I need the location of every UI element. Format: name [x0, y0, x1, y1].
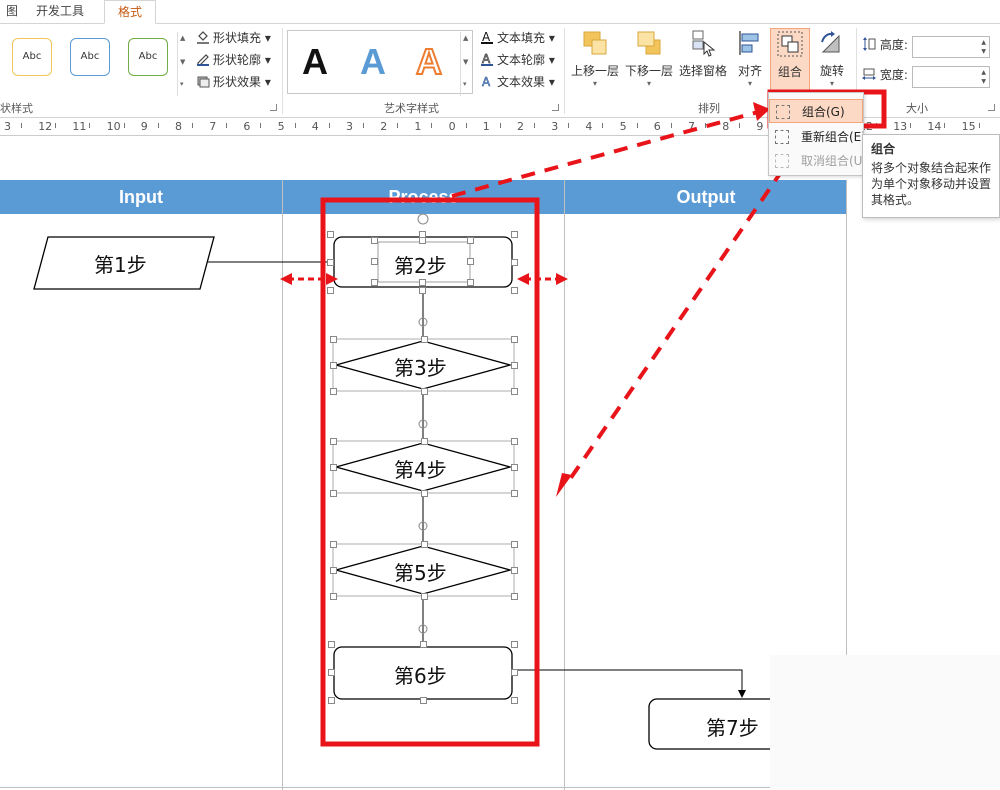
- resize-handle[interactable]: [511, 567, 518, 574]
- resize-handle[interactable]: [327, 259, 334, 266]
- resize-handle[interactable]: [330, 362, 337, 369]
- group-dropdown-menu: 组合(G) 重新组合(E) 取消组合(U): [768, 92, 864, 176]
- obscured-area: [770, 655, 1000, 790]
- menu-item-ungroup: 取消组合(U): [769, 149, 863, 173]
- rotation-handle-icon[interactable]: [417, 213, 429, 225]
- resize-handle[interactable]: [419, 237, 426, 244]
- resize-handle[interactable]: [511, 231, 518, 238]
- step-3-label: 第3步: [394, 356, 447, 380]
- resize-handle[interactable]: [330, 541, 337, 548]
- resize-handle[interactable]: [511, 287, 518, 294]
- resize-handle[interactable]: [511, 259, 518, 266]
- resize-handle[interactable]: [511, 669, 518, 676]
- resize-handle[interactable]: [511, 388, 518, 395]
- annotation-arrowhead: [556, 273, 568, 285]
- resize-handle[interactable]: [419, 641, 427, 648]
- resize-handle[interactable]: [419, 279, 426, 286]
- resize-handle[interactable]: [420, 541, 428, 548]
- resize-handle[interactable]: [330, 388, 337, 395]
- resize-handle[interactable]: [467, 258, 474, 265]
- tooltip-body: 将多个对象结合起来作为单个对象移动并设置其格式。: [871, 161, 992, 207]
- tooltip-title: 组合: [871, 142, 896, 156]
- annotation-arrowhead: [556, 473, 572, 497]
- menu-item-label: 组合(G): [802, 105, 845, 119]
- resize-handle[interactable]: [420, 336, 428, 343]
- resize-handle[interactable]: [511, 362, 518, 369]
- resize-handle[interactable]: [511, 336, 518, 343]
- menu-item-group[interactable]: 组合(G): [769, 99, 863, 123]
- annotation-arrowhead: [280, 273, 292, 285]
- resize-handle[interactable]: [330, 438, 337, 445]
- resize-handle[interactable]: [371, 279, 378, 286]
- resize-handle[interactable]: [328, 697, 335, 704]
- resize-handle[interactable]: [420, 438, 428, 445]
- resize-handle[interactable]: [511, 438, 518, 445]
- resize-handle[interactable]: [467, 237, 474, 244]
- resize-handle[interactable]: [467, 279, 474, 286]
- resize-handle[interactable]: [371, 237, 378, 244]
- step-6-label: 第6步: [394, 664, 447, 688]
- menu-item-label: 重新组合(E): [801, 130, 863, 144]
- arrowhead: [738, 690, 746, 698]
- resize-handle[interactable]: [330, 593, 337, 600]
- resize-handle[interactable]: [330, 490, 337, 497]
- resize-handle[interactable]: [420, 388, 428, 395]
- connector-line: [483, 669, 743, 692]
- resize-handle[interactable]: [511, 593, 518, 600]
- step-5-label: 第5步: [394, 561, 447, 585]
- resize-handle[interactable]: [511, 541, 518, 548]
- step-4-label: 第4步: [394, 458, 447, 482]
- resize-handle[interactable]: [420, 593, 428, 600]
- menu-item-label: 取消组合(U): [801, 154, 863, 168]
- resize-handle[interactable]: [511, 641, 518, 648]
- annotation-arrow: [566, 128, 812, 484]
- resize-handle[interactable]: [328, 669, 335, 676]
- resize-handle[interactable]: [327, 231, 334, 238]
- annotation-arrowhead: [517, 273, 529, 285]
- step-2-label: 第2步: [394, 254, 447, 278]
- annotation-arrow: [451, 110, 759, 198]
- resize-handle[interactable]: [419, 287, 426, 294]
- resize-handle[interactable]: [330, 567, 337, 574]
- group-tooltip: 组合 将多个对象结合起来作为单个对象移动并设置其格式。: [862, 134, 1000, 218]
- resize-handle[interactable]: [419, 697, 427, 704]
- resize-handle[interactable]: [511, 490, 518, 497]
- menu-item-regroup[interactable]: 重新组合(E): [769, 125, 863, 149]
- step-1-label: 第1步: [94, 253, 147, 277]
- resize-handle[interactable]: [327, 287, 334, 294]
- step-7-label: 第7步: [706, 716, 759, 740]
- resize-handle[interactable]: [330, 336, 337, 343]
- regroup-icon: [775, 130, 789, 144]
- group-objects-icon: [776, 105, 790, 119]
- resize-handle[interactable]: [328, 641, 335, 648]
- resize-handle[interactable]: [511, 697, 518, 704]
- resize-handle[interactable]: [330, 464, 337, 471]
- ungroup-icon: [775, 154, 789, 168]
- resize-handle[interactable]: [420, 490, 428, 497]
- resize-handle[interactable]: [371, 258, 378, 265]
- resize-handle[interactable]: [511, 464, 518, 471]
